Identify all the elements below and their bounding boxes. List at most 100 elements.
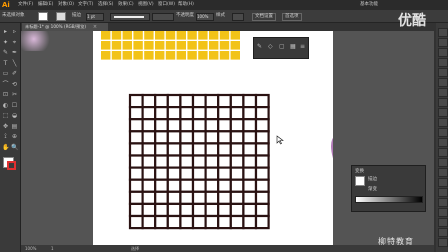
stroke-color-box[interactable] — [7, 161, 16, 170]
yellow-grid-cell — [198, 51, 208, 60]
scissors-tool-icon[interactable]: ✂ — [11, 91, 18, 98]
artboard-tool-icon[interactable]: ⬚ — [2, 112, 9, 119]
pathfinder-panel-icon[interactable] — [438, 138, 448, 147]
gradient-panel-icon[interactable] — [438, 78, 448, 87]
menu-view[interactable]: 视图(V) — [138, 2, 154, 8]
dark-grid-cell — [229, 214, 245, 230]
rectangle-tool-icon[interactable]: ▭ — [2, 70, 9, 77]
mesh-tool-icon[interactable]: ✥ — [2, 123, 9, 130]
info-panel-icon[interactable] — [438, 198, 448, 207]
menu-file[interactable]: 文件(F) — [18, 2, 33, 8]
layers-panel-icon[interactable] — [438, 108, 448, 117]
paragraph-panel-icon[interactable] — [438, 178, 448, 187]
yellow-grid-cell — [133, 51, 143, 60]
symbols-panel-icon[interactable] — [438, 58, 448, 67]
menu-type[interactable]: 文字(T) — [78, 2, 93, 8]
swatches-panel-icon[interactable] — [438, 38, 448, 47]
slice-tool-icon[interactable]: ⟟ — [2, 133, 9, 140]
canvas-area[interactable]: Z11 Z11 — [21, 31, 434, 245]
dark-grid-cell — [128, 130, 144, 145]
libraries-panel-icon[interactable] — [438, 238, 448, 247]
blend-tool-icon[interactable]: ◐ — [2, 102, 9, 109]
pencil-tool-icon[interactable]: ✒ — [11, 49, 18, 56]
actions-panel-icon[interactable] — [438, 218, 448, 227]
menu-edit[interactable]: 编辑(E) — [38, 2, 53, 8]
magic-wand-tool-icon[interactable]: ✦ — [2, 39, 9, 46]
dark-grid-cell — [179, 178, 195, 193]
dark-grid-cell — [128, 105, 144, 121]
navigator-panel-icon[interactable] — [438, 208, 448, 217]
dark-grid-cell — [128, 214, 144, 230]
artboard-svg: Z11 Z11 — [101, 31, 426, 230]
perspective-tool-icon[interactable]: ⊕ — [11, 133, 18, 140]
pen-icon[interactable]: ✎ — [257, 44, 263, 50]
dark-grid-cell — [217, 154, 232, 169]
style-dropdown[interactable] — [232, 13, 244, 21]
color-panel-icon[interactable] — [438, 28, 448, 37]
workspace-switcher[interactable]: 基本功能 — [360, 2, 378, 8]
stroke-swatch[interactable] — [56, 12, 66, 21]
menu-help[interactable]: 帮助(H) — [178, 2, 194, 8]
anchor-icon[interactable]: ◇ — [268, 44, 274, 50]
symbol-tool-icon[interactable]: ☐ — [11, 102, 18, 109]
align-panel-icon[interactable] — [438, 128, 448, 137]
preferences-button[interactable]: 首选项 — [282, 13, 302, 21]
paintbrush-tool-icon[interactable]: ✐ — [11, 70, 18, 77]
yellow-grid-cell — [230, 51, 240, 60]
menu-object[interactable]: 对象(O) — [58, 2, 74, 8]
style-label: 样式 — [216, 13, 225, 18]
brush-dropdown[interactable] — [152, 13, 174, 21]
fill-swatch[interactable] — [38, 12, 48, 21]
dark-grid-cell — [229, 202, 245, 218]
character-panel-icon[interactable] — [438, 168, 448, 177]
artboard[interactable]: Z11 Z11 — [93, 31, 426, 245]
dark-grid[interactable] — [128, 93, 270, 230]
yellow-grid[interactable] — [101, 31, 240, 60]
gradient-tool-icon[interactable]: ◒ — [11, 112, 18, 119]
hand-tool-icon[interactable]: ✋ — [2, 144, 9, 151]
rotate-tool-icon[interactable]: ⟲ — [11, 81, 18, 88]
type-tool-icon[interactable]: T — [2, 60, 9, 67]
menu-select[interactable]: 选择(S) — [98, 2, 113, 8]
transform-panel-icon[interactable] — [438, 148, 448, 157]
layers-icon[interactable]: ≡ — [300, 44, 306, 50]
close-icon[interactable]: × — [92, 24, 98, 30]
selection-tool-icon[interactable]: ▸ — [2, 28, 9, 35]
brushes-panel-icon[interactable] — [438, 48, 448, 57]
stroke-profile-dropdown[interactable] — [110, 13, 150, 21]
dark-grid-cell — [191, 130, 207, 145]
line-tool-icon[interactable]: ╲ — [11, 60, 18, 67]
direct-selection-tool-icon[interactable]: ▹ — [11, 28, 18, 35]
links-panel-icon[interactable] — [438, 188, 448, 197]
artboard-number[interactable]: 1 — [51, 245, 54, 252]
lasso-tool-icon[interactable]: ⌖ — [11, 39, 18, 46]
transparency-panel-icon[interactable] — [438, 88, 448, 97]
opacity-field[interactable]: 100% — [196, 13, 214, 21]
stroke-weight-field[interactable]: 1 pt — [86, 13, 104, 21]
menu-window[interactable]: 窗口(W) — [158, 2, 175, 8]
type-panel-icon[interactable] — [438, 158, 448, 167]
graph-tool-icon[interactable]: ▤ — [11, 123, 18, 130]
gradient-slider[interactable] — [355, 196, 423, 203]
yellow-grid-cell — [133, 31, 143, 40]
zoom-tool-icon[interactable]: 🔍 — [11, 144, 18, 151]
menu-effect[interactable]: 效果(C) — [118, 2, 134, 8]
blob-brush-tool-icon[interactable]: ⌒ — [2, 81, 9, 88]
dark-grid-cell — [242, 202, 258, 218]
scale-tool-icon[interactable]: ⊡ — [2, 91, 9, 98]
stroke-panel-icon[interactable] — [438, 68, 448, 77]
fill-preview[interactable] — [355, 176, 365, 186]
pen-tool-icon[interactable]: ✎ — [2, 49, 9, 56]
artboards-panel-icon[interactable] — [438, 118, 448, 127]
document-setup-button[interactable]: 文档设置 — [252, 13, 276, 21]
dark-grid-cell — [154, 130, 169, 145]
dark-grid-cell — [254, 118, 270, 133]
graphic-styles-panel-icon[interactable] — [438, 228, 448, 237]
dark-grid-cell — [154, 154, 169, 169]
appearance-panel-icon[interactable] — [438, 98, 448, 107]
zoom-level[interactable]: 100% — [25, 245, 36, 252]
shape-icon[interactable]: ▢ — [279, 44, 285, 50]
grid-icon[interactable]: ▦ — [290, 44, 296, 50]
yellow-grid-cell — [122, 51, 132, 60]
yellow-grid-cell — [230, 41, 240, 50]
